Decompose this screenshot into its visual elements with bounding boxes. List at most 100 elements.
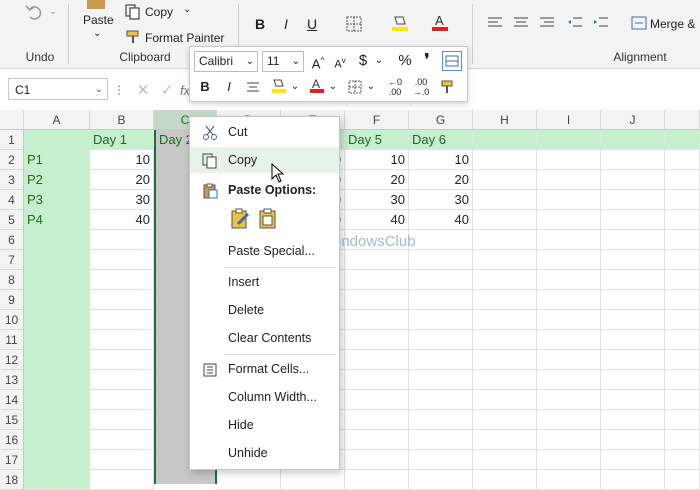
cell[interactable] <box>24 370 90 390</box>
cell[interactable] <box>409 450 473 470</box>
menu-item-paste-special[interactable]: Paste Special... <box>190 238 339 264</box>
row-header[interactable]: 7 <box>0 250 24 270</box>
cell[interactable] <box>537 350 601 370</box>
cell[interactable] <box>24 290 90 310</box>
cell[interactable] <box>90 290 154 310</box>
menu-item-cut[interactable]: Cut <box>190 119 339 145</box>
cell[interactable] <box>601 250 665 270</box>
cell[interactable] <box>473 310 537 330</box>
cell[interactable] <box>409 310 473 330</box>
cell[interactable] <box>665 170 700 190</box>
cell[interactable] <box>665 390 700 410</box>
cell[interactable] <box>601 330 665 350</box>
cell[interactable] <box>537 150 601 170</box>
cell[interactable] <box>24 350 90 370</box>
cell[interactable] <box>345 430 409 450</box>
cell[interactable] <box>601 470 665 490</box>
cell[interactable] <box>409 430 473 450</box>
cell[interactable] <box>90 270 154 290</box>
cell[interactable] <box>601 350 665 370</box>
cell[interactable] <box>537 190 601 210</box>
cell[interactable] <box>24 410 90 430</box>
cell[interactable] <box>24 470 90 490</box>
fill-color-icon[interactable] <box>270 76 288 96</box>
cell[interactable] <box>601 230 665 250</box>
column-header[interactable]: A <box>24 110 90 130</box>
cell[interactable] <box>473 270 537 290</box>
chevron-down-icon[interactable]: ⌄ <box>95 79 103 101</box>
select-all-corner[interactable] <box>0 110 24 130</box>
column-header[interactable]: G <box>409 110 473 130</box>
cell[interactable] <box>537 270 601 290</box>
cell[interactable]: Day 6 <box>409 130 473 150</box>
cell[interactable] <box>473 230 537 250</box>
cell[interactable] <box>665 190 700 210</box>
cell[interactable] <box>473 450 537 470</box>
cell[interactable] <box>24 450 90 470</box>
cell[interactable] <box>409 470 473 490</box>
cell[interactable] <box>217 470 281 490</box>
row-header[interactable]: 8 <box>0 270 24 290</box>
row-header[interactable]: 6 <box>0 230 24 250</box>
cell[interactable] <box>601 130 665 150</box>
cell[interactable] <box>665 250 700 270</box>
currency-button[interactable]: $ <box>354 51 372 71</box>
align-left-icon[interactable] <box>486 14 504 32</box>
column-header[interactable]: J <box>601 110 665 130</box>
cell[interactable]: 30 <box>90 190 154 210</box>
row-header[interactable]: 2 <box>0 150 24 170</box>
cell[interactable]: 10 <box>409 150 473 170</box>
chevron-down-icon[interactable]: ⌄ <box>374 51 384 71</box>
cell[interactable]: P2 <box>24 170 90 190</box>
cell[interactable] <box>601 390 665 410</box>
cell[interactable] <box>345 350 409 370</box>
menu-item-format-cells[interactable]: Format Cells... <box>190 356 339 382</box>
comma-style-icon[interactable]: ❜ <box>420 51 434 71</box>
cell[interactable] <box>473 390 537 410</box>
menu-item-hide[interactable]: Hide <box>190 412 339 438</box>
cell[interactable] <box>409 250 473 270</box>
chevron-down-icon[interactable]: ⌄ <box>328 77 338 97</box>
cell[interactable] <box>537 250 601 270</box>
cell[interactable]: 10 <box>90 150 154 170</box>
cell[interactable] <box>409 330 473 350</box>
cell[interactable]: Day 1 <box>90 130 154 150</box>
cell[interactable] <box>409 230 473 250</box>
column-header[interactable]: H <box>473 110 537 130</box>
cell[interactable] <box>90 470 154 490</box>
cell[interactable] <box>345 290 409 310</box>
cell[interactable] <box>409 370 473 390</box>
merge-icon[interactable] <box>630 14 648 32</box>
cell[interactable] <box>601 270 665 290</box>
cell[interactable] <box>473 250 537 270</box>
cell[interactable] <box>601 190 665 210</box>
menu-item-unhide[interactable]: Unhide <box>190 440 339 466</box>
cell[interactable] <box>665 210 700 230</box>
cell[interactable]: 10 <box>345 150 409 170</box>
decrease-decimal-icon[interactable]: .00 →.0 <box>410 77 432 97</box>
cell[interactable] <box>90 430 154 450</box>
cell[interactable] <box>473 290 537 310</box>
cell[interactable] <box>473 410 537 430</box>
cell[interactable] <box>90 450 154 470</box>
cell[interactable] <box>473 210 537 230</box>
cell[interactable] <box>473 190 537 210</box>
format-table-icon[interactable] <box>442 51 462 71</box>
cell[interactable]: 40 <box>345 210 409 230</box>
row-header[interactable]: 12 <box>0 350 24 370</box>
paste-dropdown-icon[interactable]: ⌄ <box>93 28 101 39</box>
column-header[interactable]: I <box>537 110 601 130</box>
cell[interactable] <box>345 250 409 270</box>
cell[interactable] <box>409 410 473 430</box>
cell[interactable] <box>345 330 409 350</box>
cell[interactable]: Day 5 <box>345 130 409 150</box>
paste-button[interactable]: Paste <box>83 13 114 27</box>
font-size-box[interactable]: 11 ⌄ <box>262 51 304 72</box>
cell[interactable] <box>90 250 154 270</box>
font-color-icon[interactable]: A <box>308 76 326 96</box>
menu-item-column-width[interactable]: Column Width... <box>190 384 339 410</box>
cell[interactable] <box>665 410 700 430</box>
cell[interactable]: 30 <box>409 190 473 210</box>
cell[interactable] <box>665 430 700 450</box>
cell[interactable]: P3 <box>24 190 90 210</box>
